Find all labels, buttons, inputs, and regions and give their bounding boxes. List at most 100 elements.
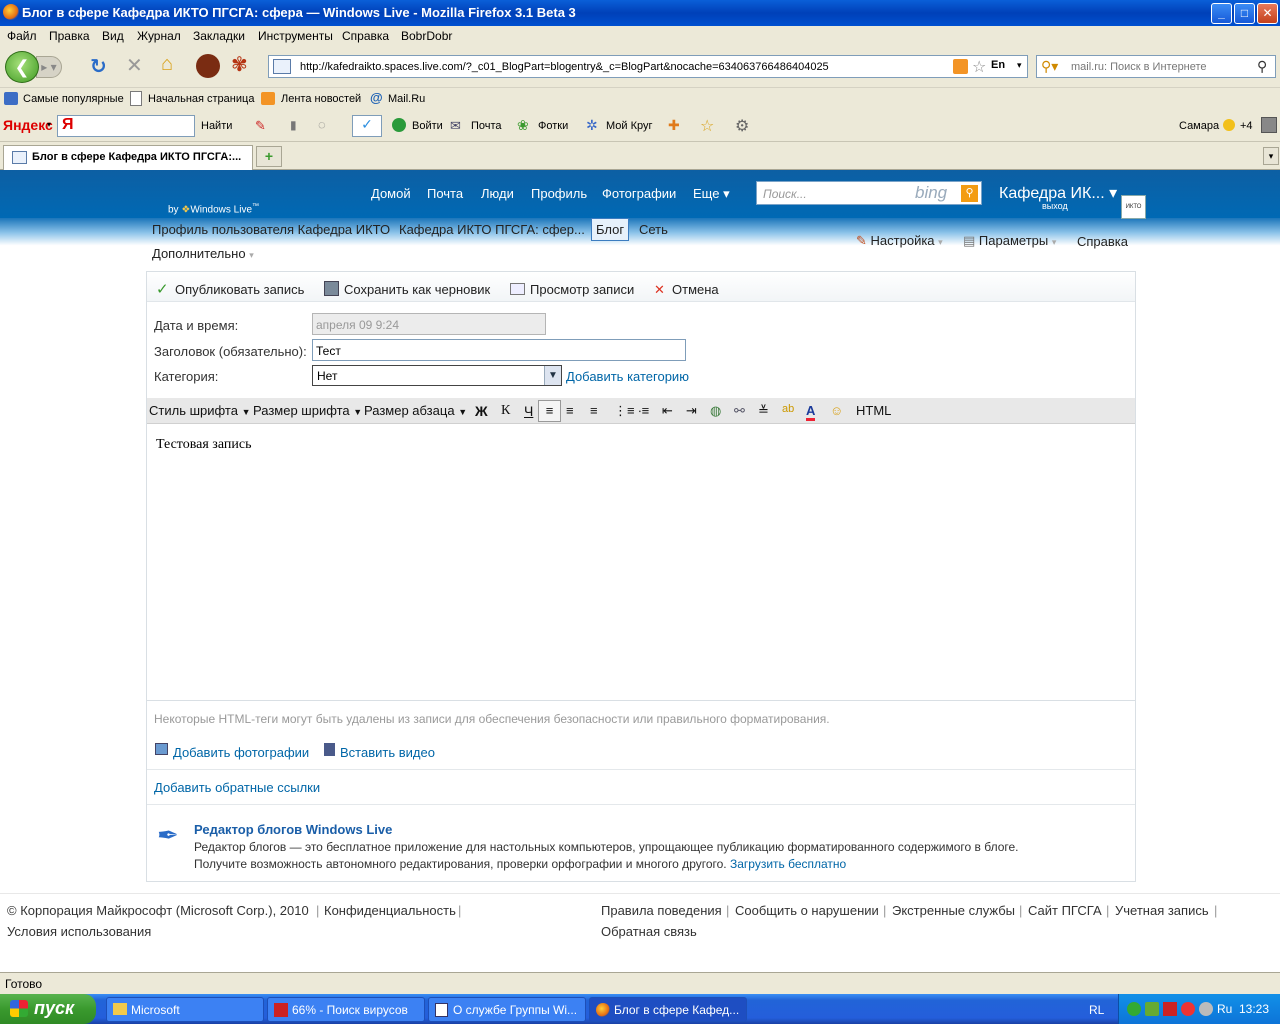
tray-language[interactable]: Ru bbox=[1217, 1002, 1232, 1016]
subnav-blog[interactable]: Блог bbox=[591, 218, 630, 241]
rss-icon[interactable] bbox=[953, 59, 968, 74]
menu-view[interactable]: Вид bbox=[102, 29, 124, 43]
tray-icon[interactable] bbox=[1199, 1002, 1213, 1016]
window-titlebar[interactable]: Блог в сфере Кафедра ИКТО ПГСГА: сфера —… bbox=[0, 0, 1280, 26]
pencil-icon[interactable]: ✎ bbox=[255, 118, 266, 134]
wl-nav-photos[interactable]: Фотографии bbox=[602, 186, 676, 201]
keyboard-layout[interactable]: RL bbox=[1089, 1003, 1104, 1017]
new-tab-button[interactable]: + bbox=[256, 146, 282, 167]
weather-temp[interactable]: +4 bbox=[1240, 120, 1253, 132]
wl-nav-more[interactable]: Еще ▾ bbox=[693, 186, 730, 202]
footer-emergency-link[interactable]: Экстренные службы bbox=[892, 903, 1015, 918]
stop-icon[interactable]: ✕ bbox=[126, 53, 143, 78]
yandex-circle-button[interactable]: Мой Круг bbox=[606, 120, 653, 132]
tray-icon[interactable] bbox=[1127, 1002, 1141, 1016]
minimize-button[interactable]: _ bbox=[1211, 3, 1232, 24]
subnav-network[interactable]: Сеть bbox=[639, 222, 668, 237]
bookmark-start-page[interactable]: Начальная страница bbox=[148, 93, 254, 105]
outdent-button[interactable]: ⇤ bbox=[662, 403, 673, 419]
footer-privacy-link[interactable]: Конфиденциальность bbox=[324, 903, 456, 918]
web-search-input[interactable]: ⚲▾ mail.ru: Поиск в Интернете ⚲ bbox=[1036, 55, 1276, 78]
url-bar[interactable]: http://kafedraikto.spaces.live.com/?_c01… bbox=[268, 55, 1028, 78]
align-right-button[interactable]: ≡ bbox=[590, 403, 598, 418]
bookmark-mailru[interactable]: Mail.Ru bbox=[388, 93, 425, 105]
language-indicator[interactable]: En bbox=[991, 59, 1005, 71]
yandex-photos-button[interactable]: Фотки bbox=[538, 120, 568, 132]
yandex-menu-icon[interactable]: ▾ bbox=[47, 120, 51, 129]
wl-nav-profile[interactable]: Профиль bbox=[531, 186, 587, 201]
strikethrough-icon[interactable]: ≚ bbox=[758, 403, 769, 419]
close-button[interactable]: ✕ bbox=[1257, 3, 1278, 24]
forward-button[interactable]: ▸ ▾ bbox=[36, 56, 62, 78]
back-button[interactable]: ❮ bbox=[5, 51, 39, 83]
remove-link-icon[interactable]: ⚯ bbox=[734, 403, 745, 419]
menu-tools[interactable]: Инструменты bbox=[258, 29, 333, 43]
home-icon[interactable]: ⌂ bbox=[161, 53, 173, 76]
reload-icon[interactable]: ↻ bbox=[90, 54, 107, 79]
save-draft-button[interactable]: Сохранить как черновик bbox=[344, 282, 490, 297]
yandex-login-button[interactable]: Войти bbox=[412, 120, 443, 132]
publish-button[interactable]: Опубликовать запись bbox=[175, 282, 304, 297]
menu-bookmarks[interactable]: Закладки bbox=[193, 29, 245, 43]
wl-nav-mail[interactable]: Почта bbox=[427, 186, 463, 201]
taskbar-item-folder[interactable]: Microsoft bbox=[106, 997, 264, 1022]
font-size-dropdown[interactable]: Размер шрифта ▼ bbox=[253, 403, 362, 418]
highlight-icon[interactable]: ab bbox=[782, 403, 794, 415]
footer-feedback-link[interactable]: Обратная связь bbox=[601, 924, 697, 939]
insert-video-link[interactable]: Вставить видео bbox=[340, 745, 435, 760]
wl-nav-home[interactable]: Домой bbox=[371, 186, 411, 201]
url-dropdown-icon[interactable]: ▾ bbox=[1017, 60, 1022, 71]
cancel-button[interactable]: Отмена bbox=[672, 282, 719, 297]
footer-rules-link[interactable]: Правила поведения bbox=[601, 903, 722, 918]
wl-user-name[interactable]: Кафедра ИК... ▾ bbox=[999, 183, 1117, 203]
download-link[interactable]: Загрузить бесплатно bbox=[730, 857, 846, 871]
bullet-list-button[interactable]: ∙≡ bbox=[638, 403, 649, 418]
search-icon[interactable]: ⚲ bbox=[1257, 58, 1267, 75]
wl-search-input[interactable]: Поиск... bing ⚲ bbox=[756, 181, 982, 205]
favorites-star-icon[interactable]: ☆ bbox=[700, 116, 714, 136]
taskbar-item-firefox[interactable]: Блог в сфере Кафед... bbox=[589, 997, 747, 1022]
subnav-space[interactable]: Кафедра ИКТО ПГСГА: сфер... bbox=[399, 222, 585, 237]
maximize-button[interactable]: □ bbox=[1234, 3, 1255, 24]
subnav-more[interactable]: Дополнительно ▾ bbox=[152, 246, 254, 261]
yandex-mail-button[interactable]: Почта bbox=[471, 120, 502, 132]
underline-button[interactable]: Ч bbox=[524, 403, 533, 419]
emoticon-icon[interactable]: ☺ bbox=[830, 403, 843, 418]
tab-blog[interactable]: Блог в сфере Кафедра ИКТО ПГСГА:... bbox=[3, 145, 253, 170]
footer-account-link[interactable]: Учетная запись bbox=[1115, 903, 1209, 918]
numbered-list-button[interactable]: ⋮≡ bbox=[614, 403, 635, 419]
insert-link-icon[interactable]: ◍ bbox=[710, 403, 721, 419]
add-photos-link[interactable]: Добавить фотографии bbox=[173, 745, 309, 760]
tray-icon[interactable] bbox=[1163, 1002, 1177, 1016]
taskbar-item-antivirus[interactable]: 66% - Поиск вирусов bbox=[267, 997, 425, 1022]
comment-icon[interactable]: ◌ bbox=[318, 117, 326, 132]
footer-report-link[interactable]: Сообщить о нарушении bbox=[735, 903, 879, 918]
italic-button[interactable]: К bbox=[501, 403, 510, 419]
menu-file[interactable]: Файл bbox=[7, 29, 37, 43]
para-size-dropdown[interactable]: Размер абзаца ▼ bbox=[364, 403, 467, 418]
bookmark-news-feed[interactable]: Лента новостей bbox=[281, 93, 361, 105]
paw-icon[interactable]: ✾ bbox=[231, 52, 248, 77]
start-button[interactable]: пуск bbox=[0, 994, 96, 1024]
search-engine-icon[interactable]: ⚲▾ bbox=[1041, 58, 1058, 75]
footer-terms-link[interactable]: Условия использования bbox=[7, 924, 151, 939]
add-trackbacks-link[interactable]: Добавить обратные ссылки bbox=[154, 780, 320, 795]
yandex-logo[interactable]: Яндекс bbox=[3, 117, 53, 133]
wl-nav-people[interactable]: Люди bbox=[481, 186, 514, 201]
menu-bobrdobr[interactable]: BobrDobr bbox=[401, 29, 452, 43]
bookmark-most-visited[interactable]: Самые популярные bbox=[23, 93, 124, 105]
font-color-icon[interactable]: A bbox=[806, 403, 816, 421]
avatar[interactable]: ИКТО bbox=[1121, 195, 1146, 219]
weather-city[interactable]: Самара bbox=[1179, 120, 1219, 132]
yandex-search-input[interactable] bbox=[57, 115, 195, 137]
wl-logo[interactable]: by ❖Windows Live™ bbox=[168, 203, 259, 215]
promo-title-link[interactable]: Редактор блогов Windows Live bbox=[194, 822, 392, 837]
toolbar-more-icon[interactable] bbox=[1261, 117, 1277, 133]
bobrdobr-icon[interactable] bbox=[196, 54, 220, 78]
align-center-button[interactable]: ≡ bbox=[566, 403, 574, 418]
taskbar-item-groups[interactable]: О службе Группы Wi... bbox=[428, 997, 586, 1022]
bookmark-star-icon[interactable]: ☆ bbox=[972, 57, 986, 77]
wl-search-button[interactable]: ⚲ bbox=[961, 185, 978, 202]
align-left-button[interactable]: ≡ bbox=[538, 400, 561, 422]
indent-button[interactable]: ⇥ bbox=[686, 403, 697, 419]
